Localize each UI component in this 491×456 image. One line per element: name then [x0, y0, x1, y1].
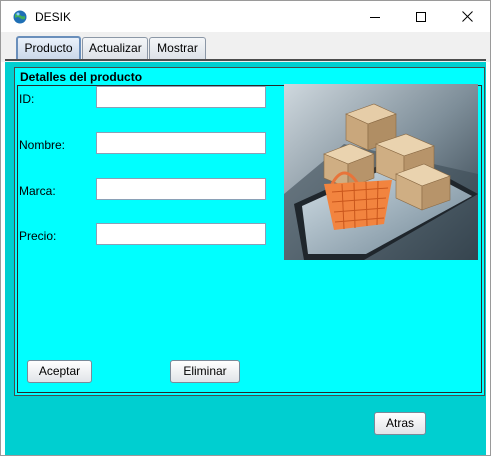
- nombre-field[interactable]: [96, 132, 266, 154]
- tab-producto[interactable]: Producto: [16, 36, 81, 60]
- minimize-icon: [370, 16, 380, 18]
- app-window: DESIK Actualizar Mostrar Producto Detall…: [0, 0, 491, 456]
- tab-divider: [5, 59, 486, 61]
- precio-field[interactable]: [96, 223, 266, 245]
- nombre-label: Nombre:: [19, 138, 66, 152]
- globe-icon: [13, 10, 27, 24]
- precio-label: Precio:: [19, 229, 57, 243]
- atras-button[interactable]: Atras: [374, 412, 426, 435]
- maximize-button[interactable]: [398, 1, 444, 32]
- marca-label: Marca:: [19, 184, 56, 198]
- id-field[interactable]: [96, 86, 266, 108]
- panel-body: ID: Nombre: Marca: Precio: Aceptar Elimi…: [17, 84, 482, 393]
- title-bar[interactable]: DESIK: [1, 1, 490, 32]
- product-details-panel: Detalles del producto ID: Nombre: Marca:…: [14, 67, 485, 396]
- id-label: ID:: [19, 92, 35, 106]
- aceptar-button[interactable]: Aceptar: [27, 360, 92, 383]
- close-button[interactable]: [444, 1, 490, 32]
- tab-actualizar[interactable]: Actualizar: [82, 37, 148, 59]
- tab-content: Detalles del producto ID: Nombre: Marca:…: [5, 62, 486, 455]
- eliminar-button[interactable]: Eliminar: [170, 360, 240, 383]
- panel-title: Detalles del producto: [20, 70, 143, 84]
- product-image: [284, 84, 478, 260]
- minimize-button[interactable]: [352, 1, 398, 32]
- close-icon: [461, 11, 473, 22]
- tab-mostrar[interactable]: Mostrar: [149, 37, 206, 59]
- maximize-icon: [416, 11, 426, 22]
- window-title: DESIK: [35, 10, 72, 24]
- marca-field[interactable]: [96, 178, 266, 200]
